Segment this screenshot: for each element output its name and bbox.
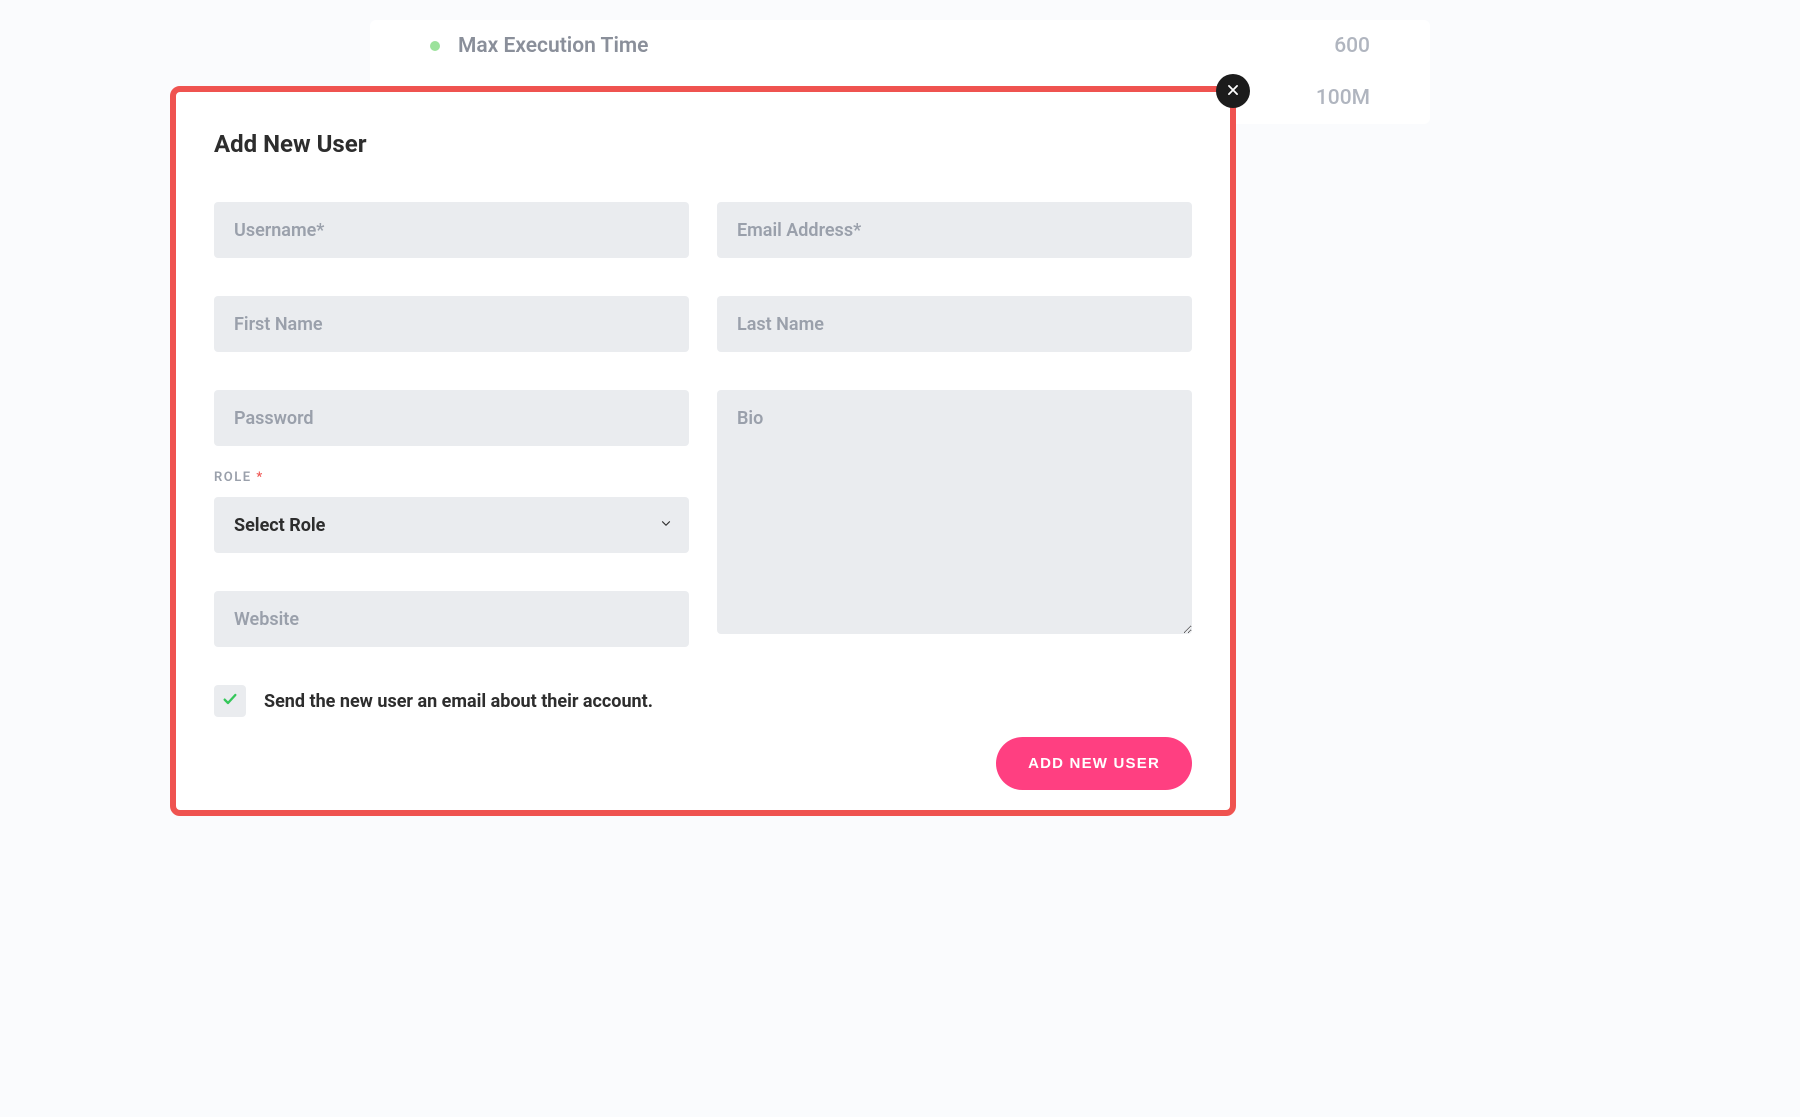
email-field[interactable] bbox=[717, 202, 1192, 258]
role-label-text: ROLE bbox=[214, 470, 252, 485]
password-field[interactable] bbox=[214, 390, 689, 446]
bg-row-value: 600 bbox=[1334, 34, 1370, 58]
close-icon bbox=[1226, 82, 1240, 101]
check-icon bbox=[222, 691, 238, 711]
last-name-field[interactable] bbox=[717, 296, 1192, 352]
role-label: ROLE * bbox=[214, 470, 689, 485]
website-field[interactable] bbox=[214, 591, 689, 647]
bg-row-value: 100M bbox=[1316, 86, 1370, 110]
send-email-label: Send the new user an email about their a… bbox=[264, 691, 653, 712]
bg-row-max-exec: Max Execution Time 600 bbox=[430, 20, 1370, 72]
close-button[interactable] bbox=[1216, 74, 1250, 108]
modal-title: Add New User bbox=[214, 130, 1192, 158]
status-dot-icon bbox=[430, 41, 440, 51]
add-user-modal: Add New User ROLE bbox=[170, 86, 1236, 816]
first-name-field[interactable] bbox=[214, 296, 689, 352]
send-email-checkbox[interactable] bbox=[214, 685, 246, 717]
username-field[interactable] bbox=[214, 202, 689, 258]
required-asterisk: * bbox=[256, 470, 263, 485]
add-new-user-button[interactable]: ADD NEW USER bbox=[996, 737, 1192, 790]
bio-field[interactable] bbox=[717, 390, 1192, 634]
role-select[interactable]: Select Role bbox=[214, 497, 689, 553]
bg-row-label: Max Execution Time bbox=[458, 34, 1334, 58]
role-selected-value: Select Role bbox=[234, 515, 325, 536]
